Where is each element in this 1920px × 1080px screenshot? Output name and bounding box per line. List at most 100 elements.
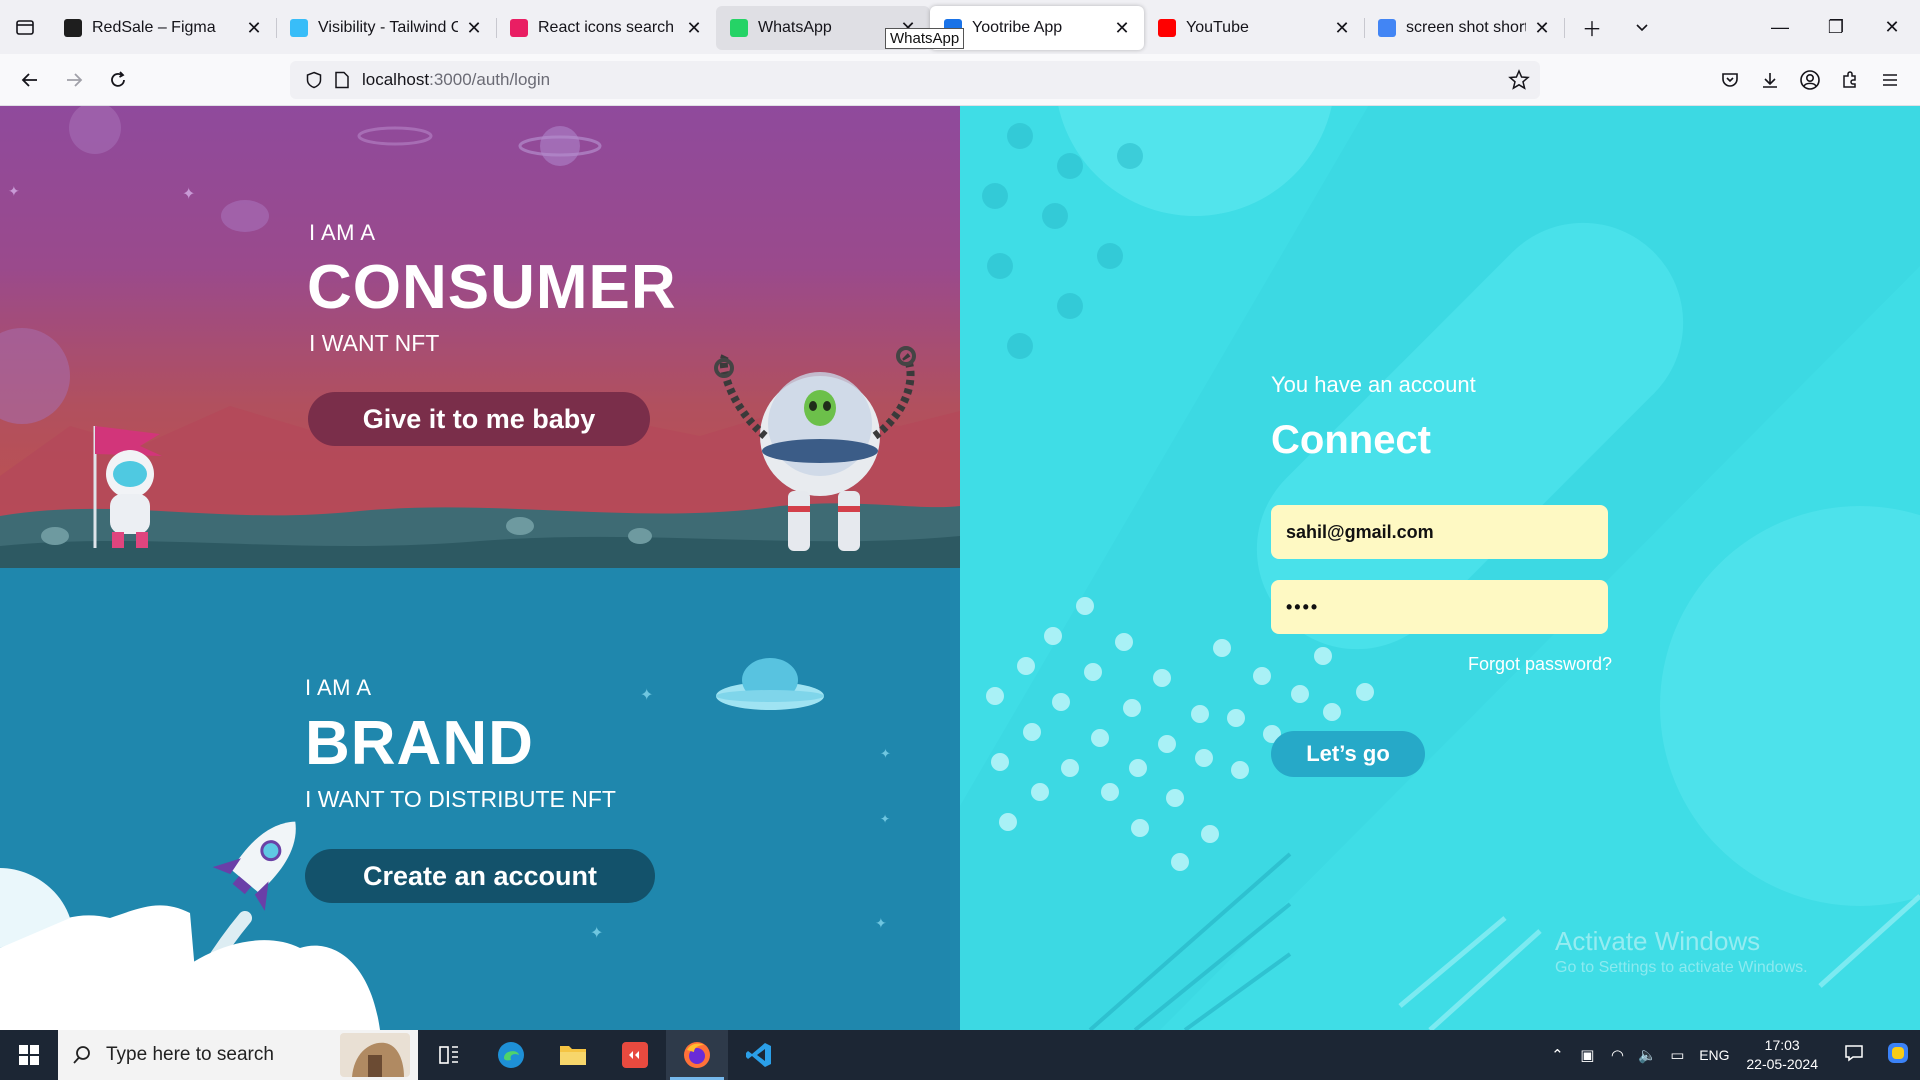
url-host: localhost bbox=[362, 70, 430, 89]
consumer-cta-button[interactable]: Give it to me baby bbox=[308, 392, 650, 446]
tab-strip: RedSale – Figma✕Visibility - Tailwind CS… bbox=[50, 0, 1565, 54]
windows-taskbar: Type here to search ⌃ ▣ ◠ 🔈 ▭ ENG 17:03 … bbox=[0, 1030, 1920, 1080]
tab-label: YouTube bbox=[1186, 19, 1249, 36]
activation-watermark-title: Activate Windows bbox=[1555, 926, 1761, 956]
close-tab-icon[interactable]: ✕ bbox=[464, 18, 484, 38]
edge-icon bbox=[498, 1042, 524, 1068]
taskbar-search-box[interactable]: Type here to search bbox=[58, 1030, 418, 1080]
google-icon bbox=[1378, 19, 1396, 37]
battery-icon[interactable]: ▭ bbox=[1662, 1046, 1692, 1064]
extensions-button[interactable] bbox=[1830, 60, 1870, 100]
wifi-icon[interactable]: ◠ bbox=[1602, 1046, 1632, 1064]
close-window-button[interactable]: ✕ bbox=[1864, 0, 1920, 54]
browser-tab[interactable]: Visibility - Tailwind CSS ✕ bbox=[276, 6, 497, 50]
firefox-taskbar-app[interactable] bbox=[666, 1030, 728, 1080]
new-tab-button[interactable]: ＋ bbox=[1572, 7, 1612, 47]
browser-tab[interactable]: YouTube ✕ bbox=[1144, 6, 1365, 50]
browser-tab[interactable]: RedSale – Figma ✕ bbox=[50, 6, 277, 50]
login-title: Connect bbox=[1271, 418, 1431, 462]
account-icon bbox=[1800, 70, 1820, 90]
taskbar-clock[interactable]: 17:03 22-05-2024 bbox=[1746, 1036, 1818, 1074]
close-icon: ✕ bbox=[1884, 16, 1900, 37]
copilot-icon[interactable] bbox=[1876, 1041, 1920, 1069]
svg-text:✦: ✦ bbox=[880, 812, 890, 826]
consumer-panel: ✦ ✦ I AM A CONSUMER I WANT NFT Give it t… bbox=[0, 106, 960, 568]
page-content: ✦ ✦ I AM A CONSUMER I WANT NFT Give it t… bbox=[0, 106, 1920, 1030]
page-icon[interactable] bbox=[328, 71, 356, 89]
downloads-button[interactable] bbox=[1750, 60, 1790, 100]
reload-icon bbox=[111, 70, 125, 87]
start-button[interactable] bbox=[0, 1030, 58, 1080]
meet-now-icon[interactable]: ▣ bbox=[1572, 1046, 1602, 1064]
tab-label: Yootribe App bbox=[972, 19, 1063, 36]
svg-text:✦: ✦ bbox=[875, 915, 887, 931]
language-indicator[interactable]: ENG bbox=[1692, 1047, 1736, 1063]
close-tab-icon[interactable]: ✕ bbox=[244, 18, 264, 38]
activation-watermark-subtitle: Go to Settings to activate Windows. bbox=[1555, 959, 1808, 976]
volume-icon[interactable]: 🔈 bbox=[1632, 1046, 1662, 1064]
folder-icon bbox=[560, 1046, 586, 1065]
whatsapp-icon bbox=[730, 19, 748, 37]
reload-button[interactable] bbox=[96, 60, 140, 100]
tab-label: WhatsApp bbox=[758, 19, 832, 36]
close-tab-icon[interactable]: ✕ bbox=[1112, 18, 1132, 38]
tab-list-icon bbox=[16, 20, 34, 35]
restore-icon: ❐ bbox=[1827, 16, 1845, 37]
arrow-left-icon bbox=[21, 72, 37, 87]
brand-subtitle: I WANT TO DISTRIBUTE NFT bbox=[305, 786, 616, 812]
plus-icon: ＋ bbox=[1582, 18, 1602, 41]
list-all-tabs-button[interactable] bbox=[1622, 7, 1662, 47]
shield-icon[interactable] bbox=[300, 71, 328, 89]
login-panel: You have an account Connect sahil@gmail.… bbox=[960, 106, 1920, 1030]
minimize-icon: — bbox=[1771, 16, 1789, 37]
git-app-icon bbox=[622, 1042, 648, 1068]
git-app-taskbar-app[interactable] bbox=[604, 1030, 666, 1080]
close-tab-icon[interactable]: ✕ bbox=[1332, 18, 1352, 38]
chevron-up-icon[interactable]: ⌃ bbox=[1542, 1046, 1572, 1064]
browser-tab[interactable]: screen shot shortcut key ✕ bbox=[1364, 6, 1565, 50]
tailwind-icon bbox=[290, 19, 308, 37]
edge-taskbar-app[interactable] bbox=[480, 1030, 542, 1080]
url-path: :3000/auth/login bbox=[429, 70, 551, 89]
navigation-bar: localhost:3000/auth/login bbox=[0, 54, 1920, 106]
forgot-password-link[interactable]: Forgot password? bbox=[1468, 654, 1612, 675]
brand-pre-title: I AM A bbox=[305, 675, 372, 700]
close-tab-icon[interactable]: ✕ bbox=[1532, 18, 1552, 38]
email-field[interactable]: sahil@gmail.com bbox=[1271, 505, 1608, 559]
puzzle-icon bbox=[1843, 71, 1856, 88]
bookmark-star-icon[interactable] bbox=[1508, 69, 1530, 96]
react-icons-icon bbox=[510, 19, 528, 37]
account-button[interactable] bbox=[1790, 60, 1830, 100]
menu-button[interactable] bbox=[1870, 60, 1910, 100]
clock-date: 22-05-2024 bbox=[1746, 1056, 1818, 1072]
forward-button[interactable] bbox=[52, 60, 96, 100]
task-view-icon bbox=[439, 1046, 458, 1064]
svg-text:✦: ✦ bbox=[640, 687, 653, 704]
firefox-icon bbox=[684, 1042, 710, 1068]
system-tray: ⌃ ▣ ◠ 🔈 ▭ ENG 17:03 22-05-2024 bbox=[1542, 1030, 1920, 1080]
browser-tab[interactable]: React icons search results ✕ bbox=[496, 6, 717, 50]
pocket-button[interactable] bbox=[1710, 60, 1750, 100]
arrow-right-icon bbox=[67, 72, 83, 87]
login-submit-button[interactable]: Let’s go bbox=[1271, 731, 1425, 777]
vscode-icon bbox=[746, 1043, 771, 1067]
svg-text:✦: ✦ bbox=[8, 183, 20, 199]
vscode-taskbar-app[interactable] bbox=[728, 1030, 790, 1080]
file-explorer-taskbar-app[interactable] bbox=[542, 1030, 604, 1080]
url-text[interactable]: localhost:3000/auth/login bbox=[362, 70, 550, 90]
notifications-icon[interactable] bbox=[1832, 1043, 1876, 1067]
search-icon bbox=[73, 1046, 90, 1064]
back-button[interactable] bbox=[8, 60, 52, 100]
task-view-button[interactable] bbox=[418, 1030, 480, 1080]
create-account-button[interactable]: Create an account bbox=[305, 849, 655, 903]
brand-panel: ✦ ✦ ✦ ✦ ✦ I AM A BRAND I WANT TO DISTRIB… bbox=[0, 568, 960, 1030]
close-tab-icon[interactable]: ✕ bbox=[684, 18, 704, 38]
download-icon bbox=[1763, 73, 1777, 88]
minimize-button[interactable]: — bbox=[1752, 0, 1808, 54]
url-bar[interactable]: localhost:3000/auth/login bbox=[290, 61, 1540, 99]
tab-label: React icons search results bbox=[538, 19, 678, 36]
abstract-background-decoration bbox=[960, 106, 1920, 1030]
tab-list-button[interactable] bbox=[0, 0, 50, 54]
password-field[interactable]: •••• bbox=[1271, 580, 1608, 634]
restore-button[interactable]: ❐ bbox=[1808, 0, 1864, 54]
